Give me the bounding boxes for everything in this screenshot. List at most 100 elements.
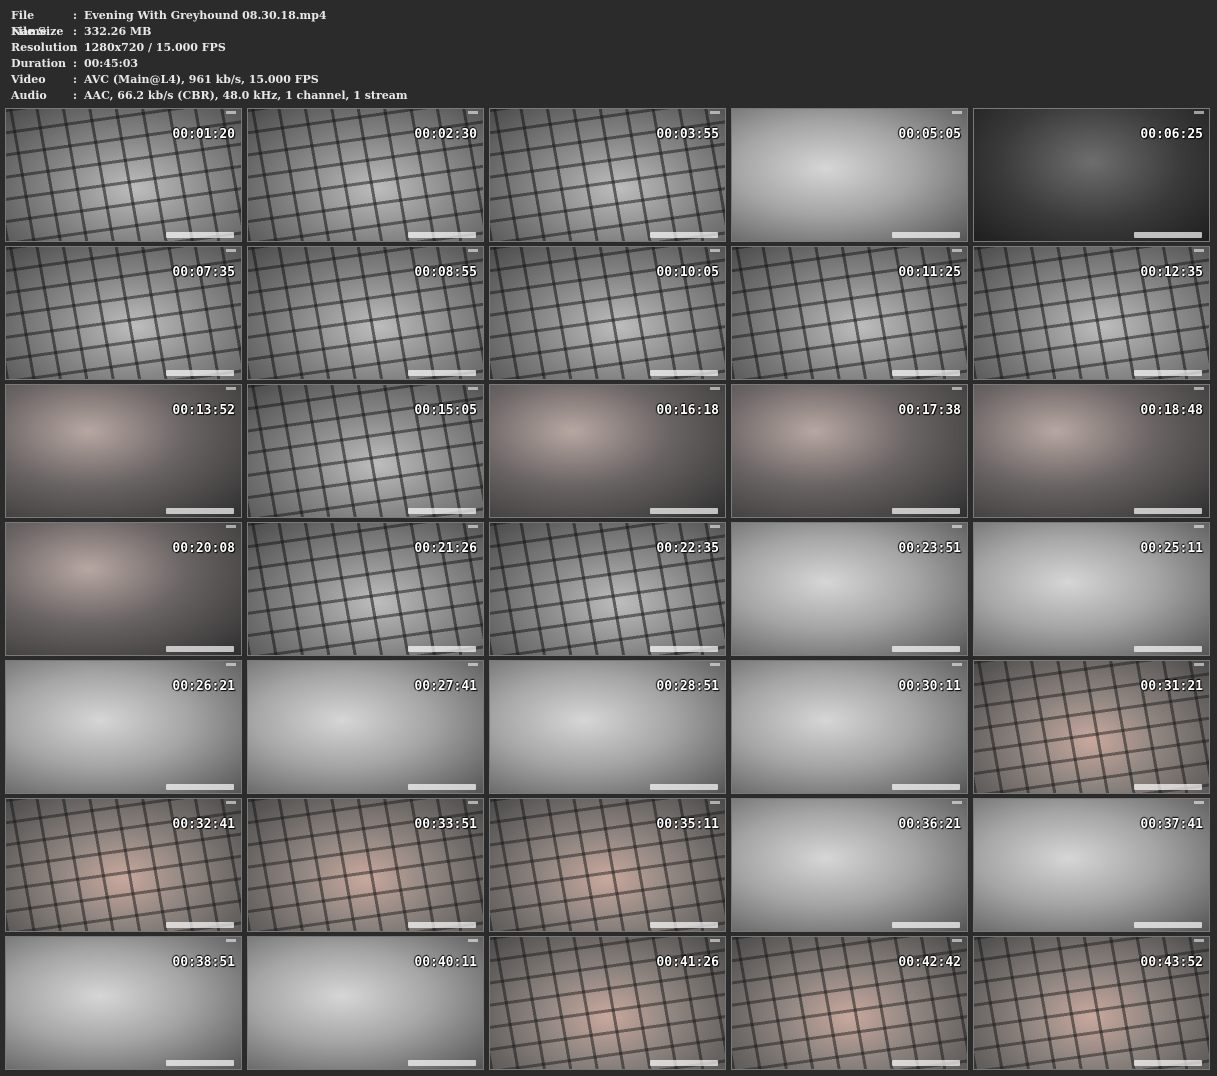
video-thumbnail[interactable]: 00:27:41 bbox=[247, 660, 484, 794]
info-key: File Name bbox=[11, 9, 47, 38]
frame-clock-mark bbox=[226, 663, 236, 666]
watermark-logo bbox=[408, 784, 476, 790]
frame-clock-mark bbox=[710, 663, 720, 666]
watermark-logo bbox=[166, 232, 234, 238]
video-thumbnail[interactable]: 00:37:41 bbox=[973, 798, 1210, 932]
frame-clock-mark bbox=[952, 939, 962, 942]
thumbnail-timestamp: 00:17:38 bbox=[898, 403, 961, 418]
thumbnail-timestamp: 00:01:20 bbox=[172, 127, 235, 142]
video-thumbnail[interactable]: 00:10:05 bbox=[489, 246, 726, 380]
info-separator: : bbox=[73, 57, 78, 70]
video-thumbnail[interactable]: 00:05:05 bbox=[731, 108, 968, 242]
info-row: Video: AVC (Main@L4), 961 kb/s, 15.000 FP… bbox=[11, 72, 408, 88]
video-thumbnail[interactable]: 00:42:42 bbox=[731, 936, 968, 1070]
thumbnail-timestamp: 00:07:35 bbox=[172, 265, 235, 280]
watermark-logo bbox=[650, 370, 718, 376]
frame-clock-mark bbox=[468, 663, 478, 666]
thumbnail-timestamp: 00:35:11 bbox=[656, 817, 719, 832]
frame-clock-mark bbox=[952, 801, 962, 804]
video-thumbnail[interactable]: 00:13:52 bbox=[5, 384, 242, 518]
video-thumbnail[interactable]: 00:20:08 bbox=[5, 522, 242, 656]
video-thumbnail[interactable]: 00:22:35 bbox=[489, 522, 726, 656]
video-thumbnail[interactable]: 00:35:11 bbox=[489, 798, 726, 932]
thumbnail-timestamp: 00:31:21 bbox=[1140, 679, 1203, 694]
video-thumbnail[interactable]: 00:11:25 bbox=[731, 246, 968, 380]
video-thumbnail[interactable]: 00:31:21 bbox=[973, 660, 1210, 794]
thumbnail-timestamp: 00:02:30 bbox=[414, 127, 477, 142]
video-thumbnail[interactable]: 00:23:51 bbox=[731, 522, 968, 656]
thumbnail-timestamp: 00:03:55 bbox=[656, 127, 719, 142]
thumbnail-timestamp: 00:41:26 bbox=[656, 955, 719, 970]
video-thumbnail[interactable]: 00:18:48 bbox=[973, 384, 1210, 518]
video-thumbnail[interactable]: 00:36:21 bbox=[731, 798, 968, 932]
watermark-logo bbox=[650, 646, 718, 652]
video-thumbnail[interactable]: 00:30:11 bbox=[731, 660, 968, 794]
thumbnail-timestamp: 00:42:42 bbox=[898, 955, 961, 970]
frame-clock-mark bbox=[952, 249, 962, 252]
watermark-logo bbox=[408, 232, 476, 238]
thumbnail-timestamp: 00:10:05 bbox=[656, 265, 719, 280]
video-thumbnail[interactable]: 00:21:26 bbox=[247, 522, 484, 656]
video-thumbnail[interactable]: 00:26:21 bbox=[5, 660, 242, 794]
info-row: Resolution:1280x720 / 15.000 FPS bbox=[11, 40, 408, 56]
watermark-logo bbox=[650, 508, 718, 514]
frame-clock-mark bbox=[1194, 939, 1204, 942]
video-thumbnail[interactable]: 00:28:51 bbox=[489, 660, 726, 794]
watermark-logo bbox=[892, 646, 960, 652]
frame-clock-mark bbox=[468, 111, 478, 114]
frame-clock-mark bbox=[226, 387, 236, 390]
watermark-logo bbox=[650, 784, 718, 790]
thumbnail-timestamp: 00:08:55 bbox=[414, 265, 477, 280]
watermark-logo bbox=[892, 508, 960, 514]
thumbnail-timestamp: 00:11:25 bbox=[898, 265, 961, 280]
video-thumbnail[interactable]: 00:07:35 bbox=[5, 246, 242, 380]
thumbnail-timestamp: 00:27:41 bbox=[414, 679, 477, 694]
video-thumbnail[interactable]: 00:16:18 bbox=[489, 384, 726, 518]
thumbnail-timestamp: 00:16:18 bbox=[656, 403, 719, 418]
frame-clock-mark bbox=[1194, 111, 1204, 114]
watermark-logo bbox=[408, 646, 476, 652]
frame-clock-mark bbox=[710, 525, 720, 528]
contact-sheet: File Name: Evening With Greyhound 08.30.1… bbox=[0, 0, 1217, 1076]
thumbnail-timestamp: 00:21:26 bbox=[414, 541, 477, 556]
frame-clock-mark bbox=[468, 939, 478, 942]
video-thumbnail[interactable]: 00:08:55 bbox=[247, 246, 484, 380]
frame-clock-mark bbox=[710, 939, 720, 942]
watermark-logo bbox=[166, 784, 234, 790]
frame-clock-mark bbox=[952, 663, 962, 666]
info-separator: : bbox=[73, 73, 78, 86]
video-thumbnail[interactable]: 00:25:11 bbox=[973, 522, 1210, 656]
frame-clock-mark bbox=[952, 387, 962, 390]
video-thumbnail[interactable]: 00:32:41 bbox=[5, 798, 242, 932]
thumbnail-timestamp: 00:05:05 bbox=[898, 127, 961, 142]
thumbnail-timestamp: 00:36:21 bbox=[898, 817, 961, 832]
video-thumbnail[interactable]: 00:40:11 bbox=[247, 936, 484, 1070]
info-key: Duration bbox=[11, 57, 67, 70]
frame-clock-mark bbox=[1194, 249, 1204, 252]
video-thumbnail[interactable]: 00:43:52 bbox=[973, 936, 1210, 1070]
info-value: 332.26 MB bbox=[84, 25, 152, 38]
frame-clock-mark bbox=[1194, 663, 1204, 666]
frame-clock-mark bbox=[1194, 801, 1204, 804]
video-thumbnail[interactable]: 00:12:35 bbox=[973, 246, 1210, 380]
video-thumbnail[interactable]: 00:01:20 bbox=[5, 108, 242, 242]
video-thumbnail[interactable]: 00:17:38 bbox=[731, 384, 968, 518]
frame-clock-mark bbox=[710, 249, 720, 252]
video-thumbnail[interactable]: 00:38:51 bbox=[5, 936, 242, 1070]
info-value: AAC, 66.2 kb/s (CBR), 48.0 kHz, 1 channe… bbox=[84, 89, 408, 102]
video-thumbnail[interactable]: 00:06:25 bbox=[973, 108, 1210, 242]
thumbnail-timestamp: 00:30:11 bbox=[898, 679, 961, 694]
watermark-logo bbox=[892, 370, 960, 376]
video-thumbnail[interactable]: 00:02:30 bbox=[247, 108, 484, 242]
frame-clock-mark bbox=[952, 525, 962, 528]
video-thumbnail[interactable]: 00:03:55 bbox=[489, 108, 726, 242]
watermark-logo bbox=[166, 370, 234, 376]
watermark-logo bbox=[650, 922, 718, 928]
watermark-logo bbox=[892, 232, 960, 238]
video-thumbnail[interactable]: 00:33:51 bbox=[247, 798, 484, 932]
watermark-logo bbox=[1134, 784, 1202, 790]
watermark-logo bbox=[1134, 232, 1202, 238]
thumbnail-timestamp: 00:12:35 bbox=[1140, 265, 1203, 280]
video-thumbnail[interactable]: 00:15:05 bbox=[247, 384, 484, 518]
video-thumbnail[interactable]: 00:41:26 bbox=[489, 936, 726, 1070]
